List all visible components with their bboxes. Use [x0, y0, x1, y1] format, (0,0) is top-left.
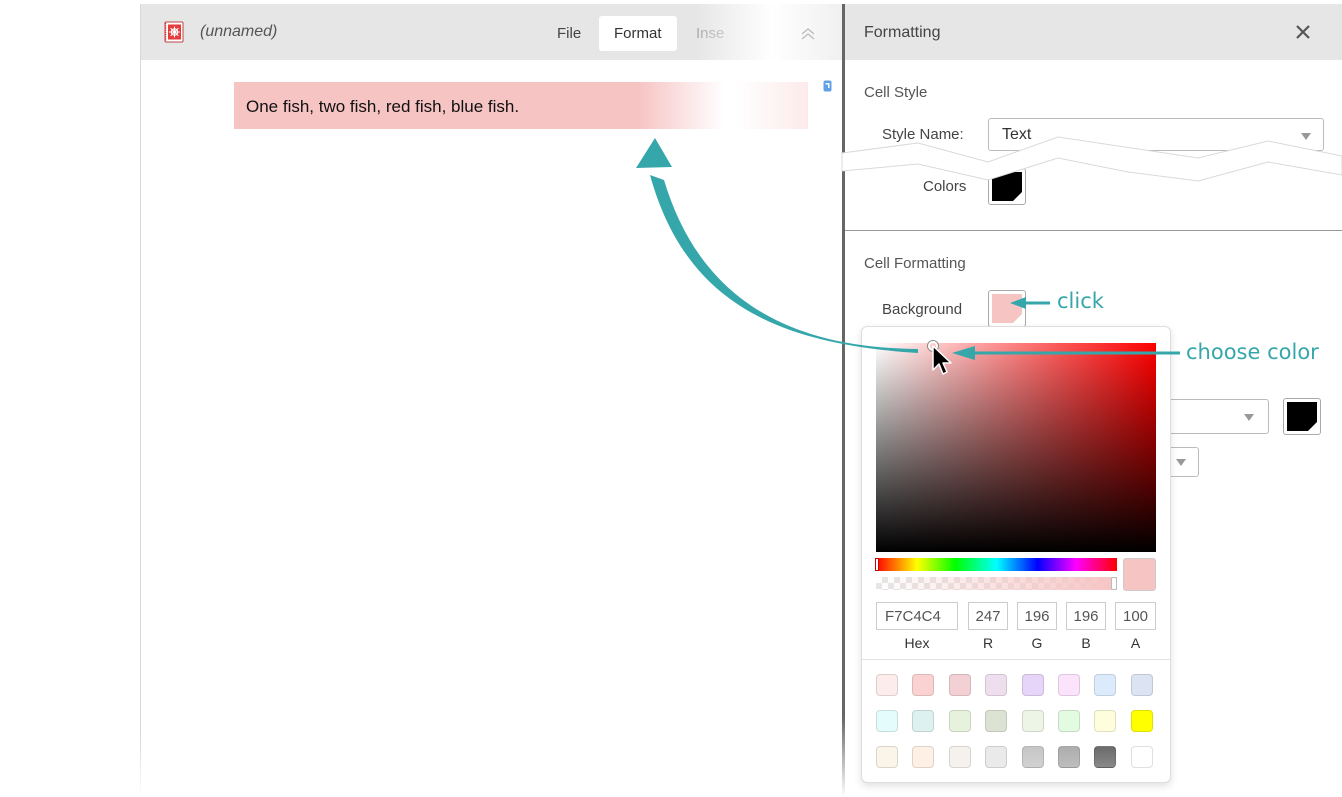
preset-swatch[interactable] [876, 674, 898, 696]
hex-input[interactable] [876, 602, 958, 630]
preset-swatch[interactable] [948, 746, 971, 768]
blue-input[interactable] [1066, 602, 1106, 630]
preset-swatch[interactable] [1021, 710, 1044, 732]
style-name-label: Style Name: [882, 126, 964, 143]
preset-swatch[interactable] [948, 710, 971, 732]
preset-swatch[interactable] [1058, 746, 1080, 768]
preset-swatch[interactable] [912, 674, 935, 696]
double-chevron-up-icon[interactable] [800, 26, 816, 42]
section-divider [845, 230, 1342, 231]
colors-label: Colors [923, 178, 967, 195]
chevron-down-icon [1176, 459, 1186, 466]
cell-fade-overlay [736, 82, 808, 129]
alpha-input[interactable] [1115, 602, 1156, 630]
preset-swatch[interactable] [1094, 710, 1117, 732]
chevron-down-icon [1301, 133, 1311, 140]
document-window: (unnamed) File Format Inse One fish, two… [140, 4, 843, 797]
preset-swatch[interactable] [876, 746, 898, 768]
font-color-swatch [1287, 402, 1317, 431]
picker-divider [862, 659, 1170, 660]
panel-title: Formatting [864, 24, 941, 41]
preset-swatch[interactable] [1094, 746, 1117, 768]
style-name-select[interactable]: Text [988, 118, 1324, 151]
red-label: R [982, 635, 994, 651]
annotation-click: click [1057, 289, 1104, 313]
menu-tab-file[interactable]: File [542, 16, 596, 51]
preset-swatch[interactable] [1130, 674, 1153, 696]
saturation-value-area[interactable] [876, 341, 1156, 552]
alpha-slider[interactable] [876, 577, 1117, 590]
preset-swatch[interactable] [985, 746, 1008, 768]
preset-swatch[interactable] [985, 674, 1008, 696]
preset-swatch[interactable] [1021, 674, 1044, 696]
hue-slider-handle[interactable] [875, 558, 879, 571]
chevron-down-icon [1244, 414, 1254, 421]
background-swatch-button[interactable] [988, 290, 1026, 327]
close-icon[interactable] [1292, 21, 1314, 43]
annotation-choose-color: choose color [1186, 340, 1319, 364]
cell-style-section-title: Cell Style [864, 84, 928, 101]
preset-swatch[interactable] [1130, 710, 1153, 732]
green-input[interactable] [1017, 602, 1057, 630]
font-color-swatch-button[interactable] [1283, 398, 1321, 435]
panel-header: Formatting [845, 4, 1342, 60]
text-cell[interactable]: One fish, two fish, red fish, blue fish. [234, 82, 808, 129]
menu-tab-format[interactable]: Format [599, 16, 677, 51]
preset-swatch[interactable] [1021, 746, 1044, 768]
red-input[interactable] [968, 602, 1008, 630]
preset-swatch[interactable] [912, 746, 935, 768]
background-swatch [992, 294, 1022, 323]
notebook-icon [164, 21, 184, 43]
preset-swatch[interactable] [1058, 710, 1080, 732]
preset-swatch[interactable] [912, 710, 935, 732]
color-preview [1123, 558, 1156, 591]
preset-swatch[interactable] [948, 674, 971, 696]
hue-slider[interactable] [875, 558, 1117, 571]
preset-swatch[interactable] [1130, 746, 1153, 768]
document-body: One fish, two fish, red fish, blue fish. [141, 60, 843, 797]
preset-swatch[interactable] [876, 710, 898, 732]
mouse-cursor-icon [932, 345, 952, 375]
cell-bracket-icon[interactable] [823, 80, 832, 92]
color-picker-popup: Hex R G B A [861, 326, 1171, 783]
cell-text[interactable]: One fish, two fish, red fish, blue fish. [246, 97, 519, 117]
hex-label: Hex [904, 635, 930, 651]
style-colors-swatch [992, 172, 1022, 201]
alpha-label: A [1130, 635, 1141, 651]
cell-formatting-section-title: Cell Formatting [864, 255, 966, 272]
preset-swatch[interactable] [985, 710, 1008, 732]
alpha-slider-handle[interactable] [1111, 577, 1117, 590]
preset-swatch[interactable] [1058, 674, 1080, 696]
style-colors-swatch-button[interactable] [988, 168, 1026, 205]
background-label: Background [882, 301, 963, 318]
blue-label: B [1081, 635, 1091, 651]
document-toolbar: (unnamed) File Format Inse [141, 4, 843, 60]
green-label: G [1031, 635, 1043, 651]
preset-swatch[interactable] [1094, 674, 1117, 696]
document-title: (unnamed) [200, 23, 278, 40]
style-name-value: Text [1002, 126, 1032, 143]
